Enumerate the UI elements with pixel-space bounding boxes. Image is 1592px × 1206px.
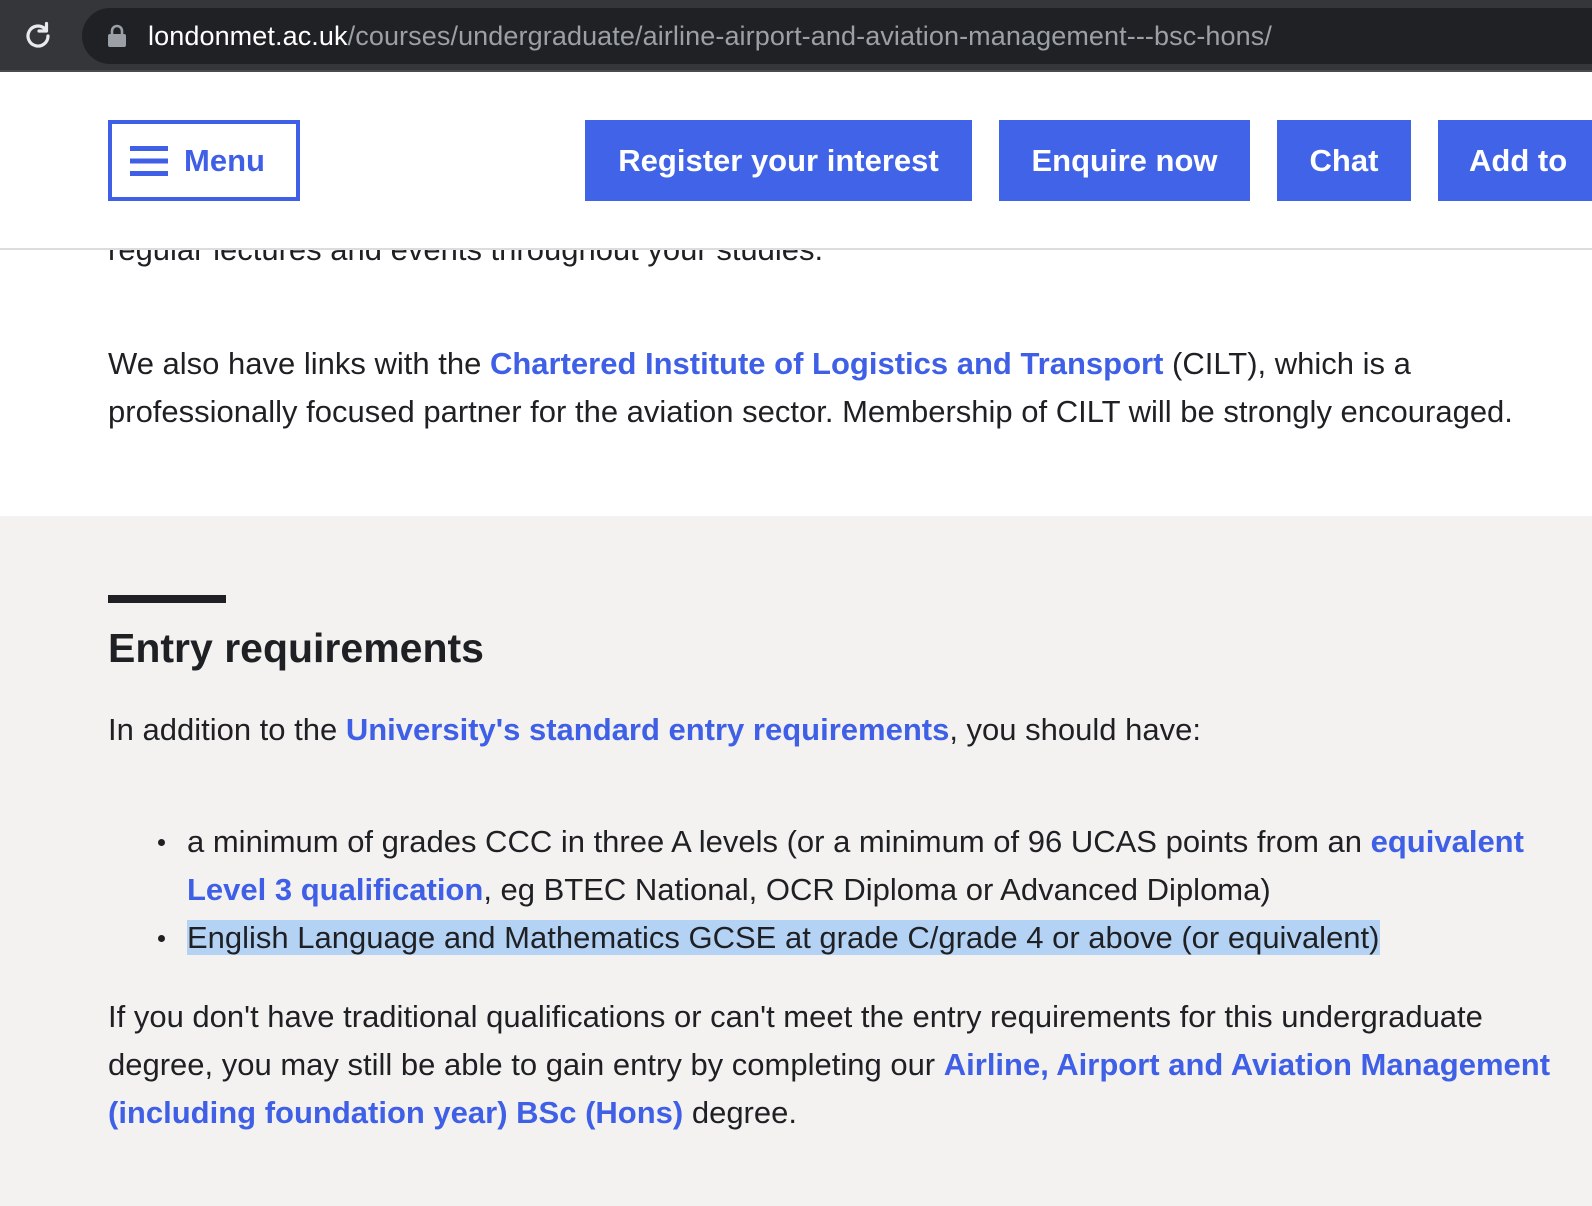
req1-text-before: a minimum of grades CCC in three A level… <box>187 824 1371 859</box>
course-description-section: We also have links with the Chartered In… <box>0 250 1592 516</box>
entry-intro-paragraph: In addition to the University's standard… <box>108 706 1578 754</box>
hamburger-icon <box>130 145 168 176</box>
lock-icon[interactable] <box>106 24 128 48</box>
url-path: /courses/undergraduate/airline-airport-a… <box>347 21 1272 51</box>
browser-toolbar: londonmet.ac.uk/courses/undergraduate/ai… <box>0 0 1592 72</box>
url-text[interactable]: londonmet.ac.uk/courses/undergraduate/ai… <box>148 20 1272 52</box>
entry-requirements-section: Entry requirements In addition to the Un… <box>0 516 1592 1206</box>
menu-label: Menu <box>184 142 265 178</box>
add-to-button[interactable]: Add to <box>1438 120 1592 201</box>
register-interest-button[interactable]: Register your interest <box>585 120 972 201</box>
cilt-link[interactable]: Chartered Institute of Logistics and Tra… <box>490 346 1163 381</box>
cilt-text-before: We also have links with the <box>108 346 490 381</box>
reload-icon[interactable] <box>22 20 54 52</box>
menu-button[interactable]: Menu <box>108 120 300 201</box>
selected-text: English Language and Mathematics GCSE at… <box>187 920 1380 955</box>
list-item: English Language and Mathematics GCSE at… <box>158 914 1578 962</box>
url-host: londonmet.ac.uk <box>148 21 348 51</box>
list-item: a minimum of grades CCC in three A level… <box>158 818 1578 914</box>
cilt-paragraph: We also have links with the Chartered In… <box>108 340 1578 436</box>
chat-button[interactable]: Chat <box>1277 120 1411 201</box>
intro-text-before: In addition to the <box>108 712 346 747</box>
address-bar[interactable]: londonmet.ac.uk/courses/undergraduate/ai… <box>82 8 1592 64</box>
site-header: Menu Register your interest Enquire now … <box>0 74 1592 250</box>
intro-text-after: , you should have: <box>949 712 1201 747</box>
foundation-text-after: degree. <box>683 1095 797 1130</box>
foundation-paragraph: If you don't have traditional qualificat… <box>108 993 1578 1137</box>
heading-rule <box>108 595 226 603</box>
req1-text-after: , eg BTEC National, OCR Diploma or Advan… <box>483 872 1271 907</box>
enquire-now-button[interactable]: Enquire now <box>999 120 1250 201</box>
entry-requirements-heading: Entry requirements <box>108 625 484 671</box>
standard-entry-requirements-link[interactable]: University's standard entry requirements <box>346 712 949 747</box>
requirements-list: a minimum of grades CCC in three A level… <box>108 818 1578 962</box>
